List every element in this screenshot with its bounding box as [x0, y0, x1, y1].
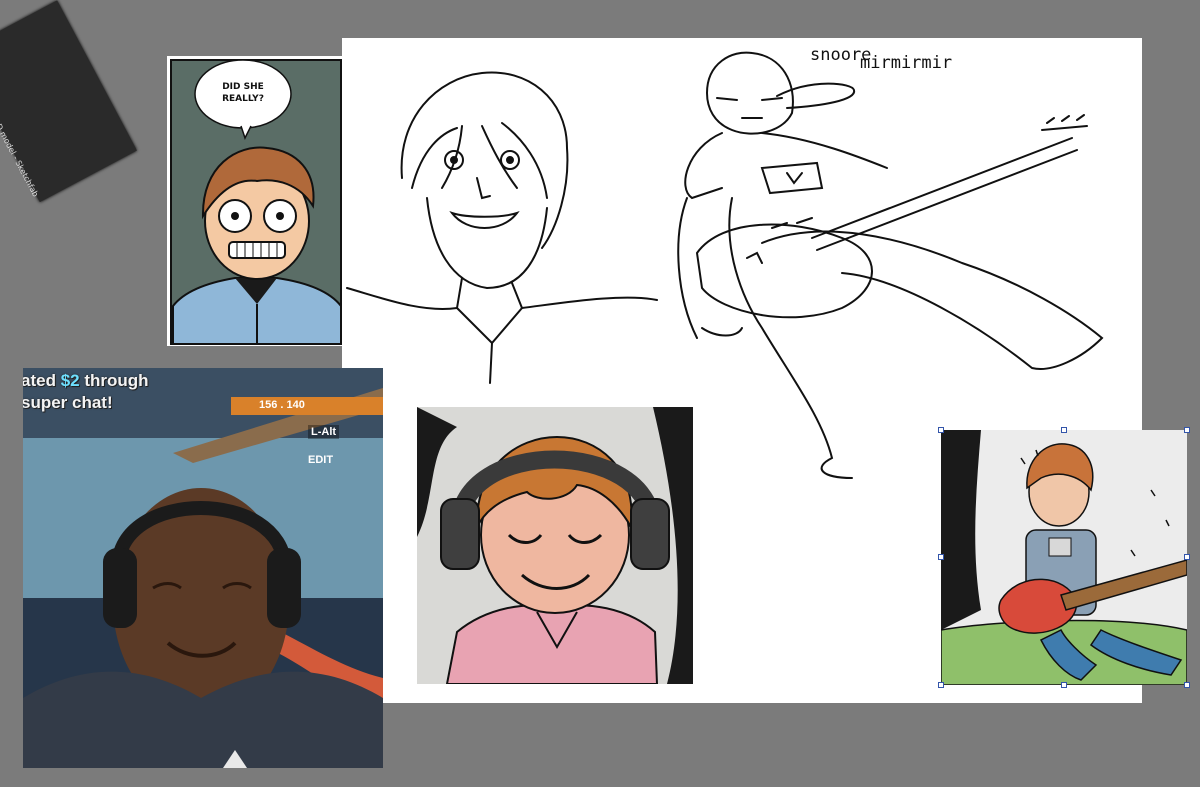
browser-tab-title: Bass Guitar 3D model - Sketchfab — [0, 75, 41, 199]
selection-handle-bottom[interactable] — [1061, 682, 1067, 688]
selection-handle-left[interactable] — [938, 554, 944, 560]
comic-panel-art: DID SHE REALLY? — [170, 59, 342, 345]
stream-overlay-bar: 156 . 140 — [231, 397, 383, 415]
selection-handle-bottom-right[interactable] — [1184, 682, 1190, 688]
stream-webcam-capture[interactable]: ated $2 through super chat! 156 . 140 L-… — [23, 368, 383, 768]
selection-handle-top-left[interactable] — [938, 427, 944, 433]
selection-handle-top[interactable] — [1061, 427, 1067, 433]
stream-overlay-text-1: ated $2 through — [23, 371, 149, 390]
speech-line-1: DID SHE — [222, 82, 264, 92]
selection-handle-top-right[interactable] — [1184, 427, 1190, 433]
comic-panel-headphones[interactable] — [417, 407, 693, 684]
speech-line-2: REALLY? — [222, 94, 264, 104]
comic-headphones-art — [417, 407, 693, 684]
portrait-sketch — [346, 71, 658, 384]
comic-guitar-art — [941, 430, 1187, 685]
stream-overlay-bar-text: 156 . 140 — [259, 399, 305, 411]
sketch-caption-2: mirmirmir — [860, 53, 952, 73]
key-overlay-label-2: EDIT — [308, 454, 334, 466]
stream-overlay-text-2: super chat! — [23, 393, 113, 412]
browser-tab-thumbnail[interactable]: Bass Guitar 3D model - Sketchfab — [0, 0, 137, 203]
comic-panel-guitar[interactable] — [941, 430, 1187, 685]
comic-panel-surprised[interactable]: DID SHE REALLY? — [167, 56, 343, 346]
key-overlay-label: L-Alt — [308, 425, 340, 439]
selection-handle-bottom-left[interactable] — [938, 682, 944, 688]
guitarist-sketch — [677, 51, 1104, 479]
selection-handle-right[interactable] — [1184, 554, 1190, 560]
